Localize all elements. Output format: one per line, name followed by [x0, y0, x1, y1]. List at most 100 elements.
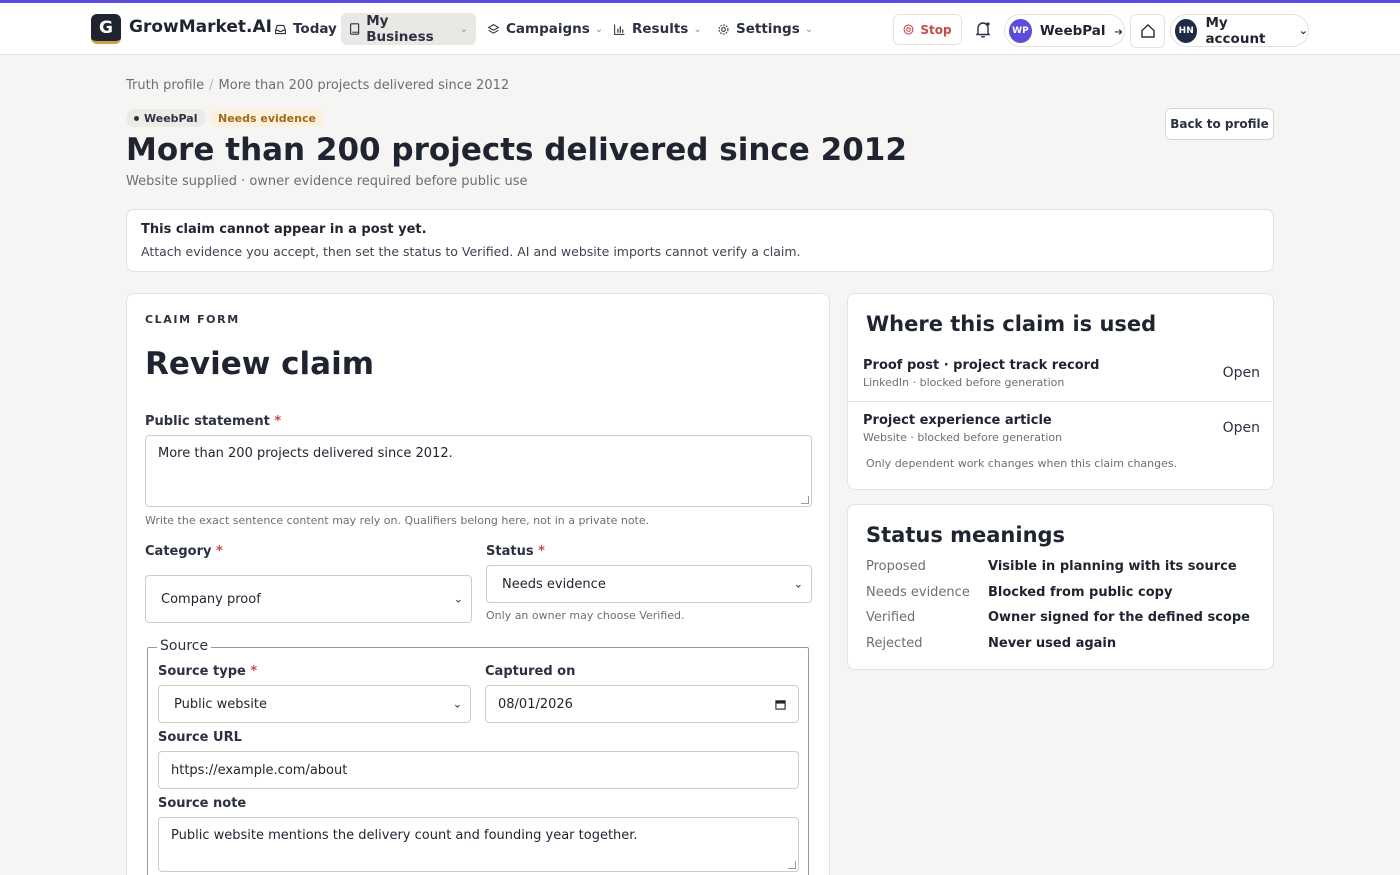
chevron-down-icon: ⌄ — [804, 23, 814, 35]
chevron-down-icon: ⌄ — [459, 23, 468, 35]
captured-on-date-input[interactable]: 08/01/2026 — [485, 685, 799, 723]
status-help: Only an owner may choose Verified. — [486, 609, 685, 622]
nav-campaigns[interactable]: Campaigns ⌄ — [479, 13, 611, 45]
breadcrumb-current: More than 200 projects delivered since 2… — [218, 78, 510, 93]
source-url-label: Source URL — [158, 730, 242, 745]
public-statement-input[interactable]: More than 200 projects delivered since 2… — [145, 435, 812, 507]
chevron-down-icon: ⌄ — [452, 697, 462, 711]
breadcrumb-separator: / — [209, 78, 214, 93]
business-badge: WeebPal — [126, 109, 206, 127]
business-name: WeebPal — [1039, 22, 1106, 39]
page-subtitle: Website supplied · owner evidence requir… — [126, 174, 528, 189]
captured-on-label: Captured on — [485, 664, 576, 679]
stop-circle-icon — [903, 24, 914, 35]
book-icon — [350, 23, 360, 35]
breadcrumb: Truth profile / More than 200 projects del… — [126, 78, 509, 93]
business-switcher[interactable]: WP WeebPal — [1004, 14, 1125, 47]
category-select[interactable]: Company proof ⌄ — [145, 575, 472, 623]
resize-handle-icon[interactable] — [801, 496, 809, 504]
form-title: Review claim — [145, 346, 375, 382]
switch-arrows-icon — [1114, 28, 1122, 35]
source-url-value: https://example.com/about — [171, 762, 348, 778]
inbox-icon — [275, 24, 286, 34]
public-statement-value: More than 200 projects delivered since 2… — [158, 446, 453, 461]
layers-icon — [487, 23, 500, 34]
status-meaning: Never used again — [988, 636, 1117, 651]
page-title: More than 200 projects delivered since 2… — [126, 132, 907, 168]
nav-results[interactable]: Results ⌄ — [605, 13, 710, 45]
nav-settings-label: Settings — [736, 21, 800, 37]
stop-label: Stop — [920, 22, 952, 37]
statement-label: Public statement * — [145, 414, 282, 429]
chevron-down-icon: ⌄ — [693, 23, 702, 35]
account-avatar: HN — [1175, 18, 1198, 43]
usage-item-meta: LinkedIn · blocked before generation — [863, 376, 1065, 389]
home-icon — [1140, 24, 1155, 38]
chevron-down-icon: ⌄ — [453, 592, 463, 606]
category-label: Category * — [145, 544, 223, 559]
status-term: Rejected — [866, 636, 923, 651]
chevron-down-icon: ⌄ — [1298, 24, 1308, 37]
status-meanings-title: Status meanings — [866, 523, 1066, 547]
status-term: Needs evidence — [866, 585, 970, 600]
nav-my-business[interactable]: My Business ⌄ — [341, 13, 476, 45]
usage-item[interactable]: Project experience article Website · blo… — [863, 413, 1260, 444]
captured-on-value: 08/01/2026 — [498, 696, 573, 712]
gear-icon — [718, 24, 729, 34]
status-term: Verified — [866, 610, 916, 625]
source-note-value: Public website mentions the delivery cou… — [171, 828, 638, 843]
statement-help: Write the exact sentence content may rel… — [145, 514, 650, 527]
source-url-input[interactable]: https://example.com/about — [158, 751, 799, 789]
usage-item[interactable]: Proof post · project track record Linked… — [863, 358, 1260, 389]
status-term: Proposed — [866, 559, 926, 574]
nav-today-label: Today — [293, 21, 337, 37]
bar-chart-icon — [614, 24, 625, 35]
status-value: Needs evidence — [502, 576, 606, 592]
calendar-icon[interactable] — [775, 699, 786, 710]
source-note-label: Source note — [158, 796, 247, 811]
brand-name[interactable]: GrowMarket.AI — [129, 17, 272, 37]
status-label: Status * — [486, 544, 545, 559]
source-note-input[interactable]: Public website mentions the delivery cou… — [158, 817, 799, 872]
usage-note: Only dependent work changes when this cl… — [866, 457, 1178, 470]
stop-button[interactable]: Stop — [893, 14, 962, 45]
claim-form-card: CLAIM FORM Review claim Public statement… — [126, 293, 830, 875]
usage-title: Where this claim is used — [866, 312, 1157, 336]
source-legend: Source — [157, 638, 212, 654]
source-type-label: Source type * — [158, 664, 258, 679]
form-eyebrow: CLAIM FORM — [145, 313, 240, 326]
status-meaning: Owner signed for the defined scope — [988, 610, 1250, 625]
source-type-value: Public website — [174, 696, 267, 712]
breadcrumb-root[interactable]: Truth profile — [126, 78, 204, 93]
brand-logo[interactable]: G — [91, 14, 121, 44]
claim-usage-card: Where this claim is used Proof post · pr… — [847, 293, 1274, 490]
status-meanings-card: Status meanings Proposed Visible in plan… — [847, 504, 1274, 670]
bell-icon[interactable] — [973, 19, 993, 39]
nav-campaigns-label: Campaigns — [506, 21, 590, 37]
account-label: My account — [1205, 14, 1266, 47]
source-type-select[interactable]: Public website ⌄ — [158, 685, 471, 723]
business-avatar: WP — [1009, 18, 1032, 43]
usage-divider — [848, 401, 1273, 402]
alert-title: This claim cannot appear in a post yet. — [141, 222, 427, 237]
chevron-down-icon: ⌄ — [793, 577, 803, 591]
usage-item-name: Project experience article — [863, 413, 1052, 428]
nav-settings[interactable]: Settings ⌄ — [709, 13, 821, 45]
account-menu[interactable]: HN My account ⌄ — [1170, 14, 1309, 47]
business-badge-label: WeebPal — [144, 111, 198, 125]
top-navigation: G GrowMarket.AI Today My Business ⌄ Camp… — [0, 3, 1400, 55]
status-select[interactable]: Needs evidence ⌄ — [486, 565, 812, 603]
nav-my-business-label: My Business — [366, 13, 434, 45]
usage-open-link[interactable]: Open — [1223, 365, 1260, 381]
nav-today[interactable]: Today — [266, 13, 345, 45]
chevron-down-icon: ⌄ — [594, 23, 604, 35]
resize-handle-icon[interactable] — [788, 861, 796, 869]
alert-body: Attach evidence you accept, then set the… — [141, 244, 801, 259]
usage-item-name: Proof post · project track record — [863, 358, 1100, 373]
nav-results-label: Results — [632, 21, 689, 37]
dot-icon — [134, 115, 139, 121]
category-value: Company proof — [161, 591, 261, 607]
home-button[interactable] — [1130, 14, 1165, 48]
back-to-profile-button[interactable]: Back to profile — [1165, 108, 1274, 140]
usage-open-link[interactable]: Open — [1223, 420, 1260, 436]
